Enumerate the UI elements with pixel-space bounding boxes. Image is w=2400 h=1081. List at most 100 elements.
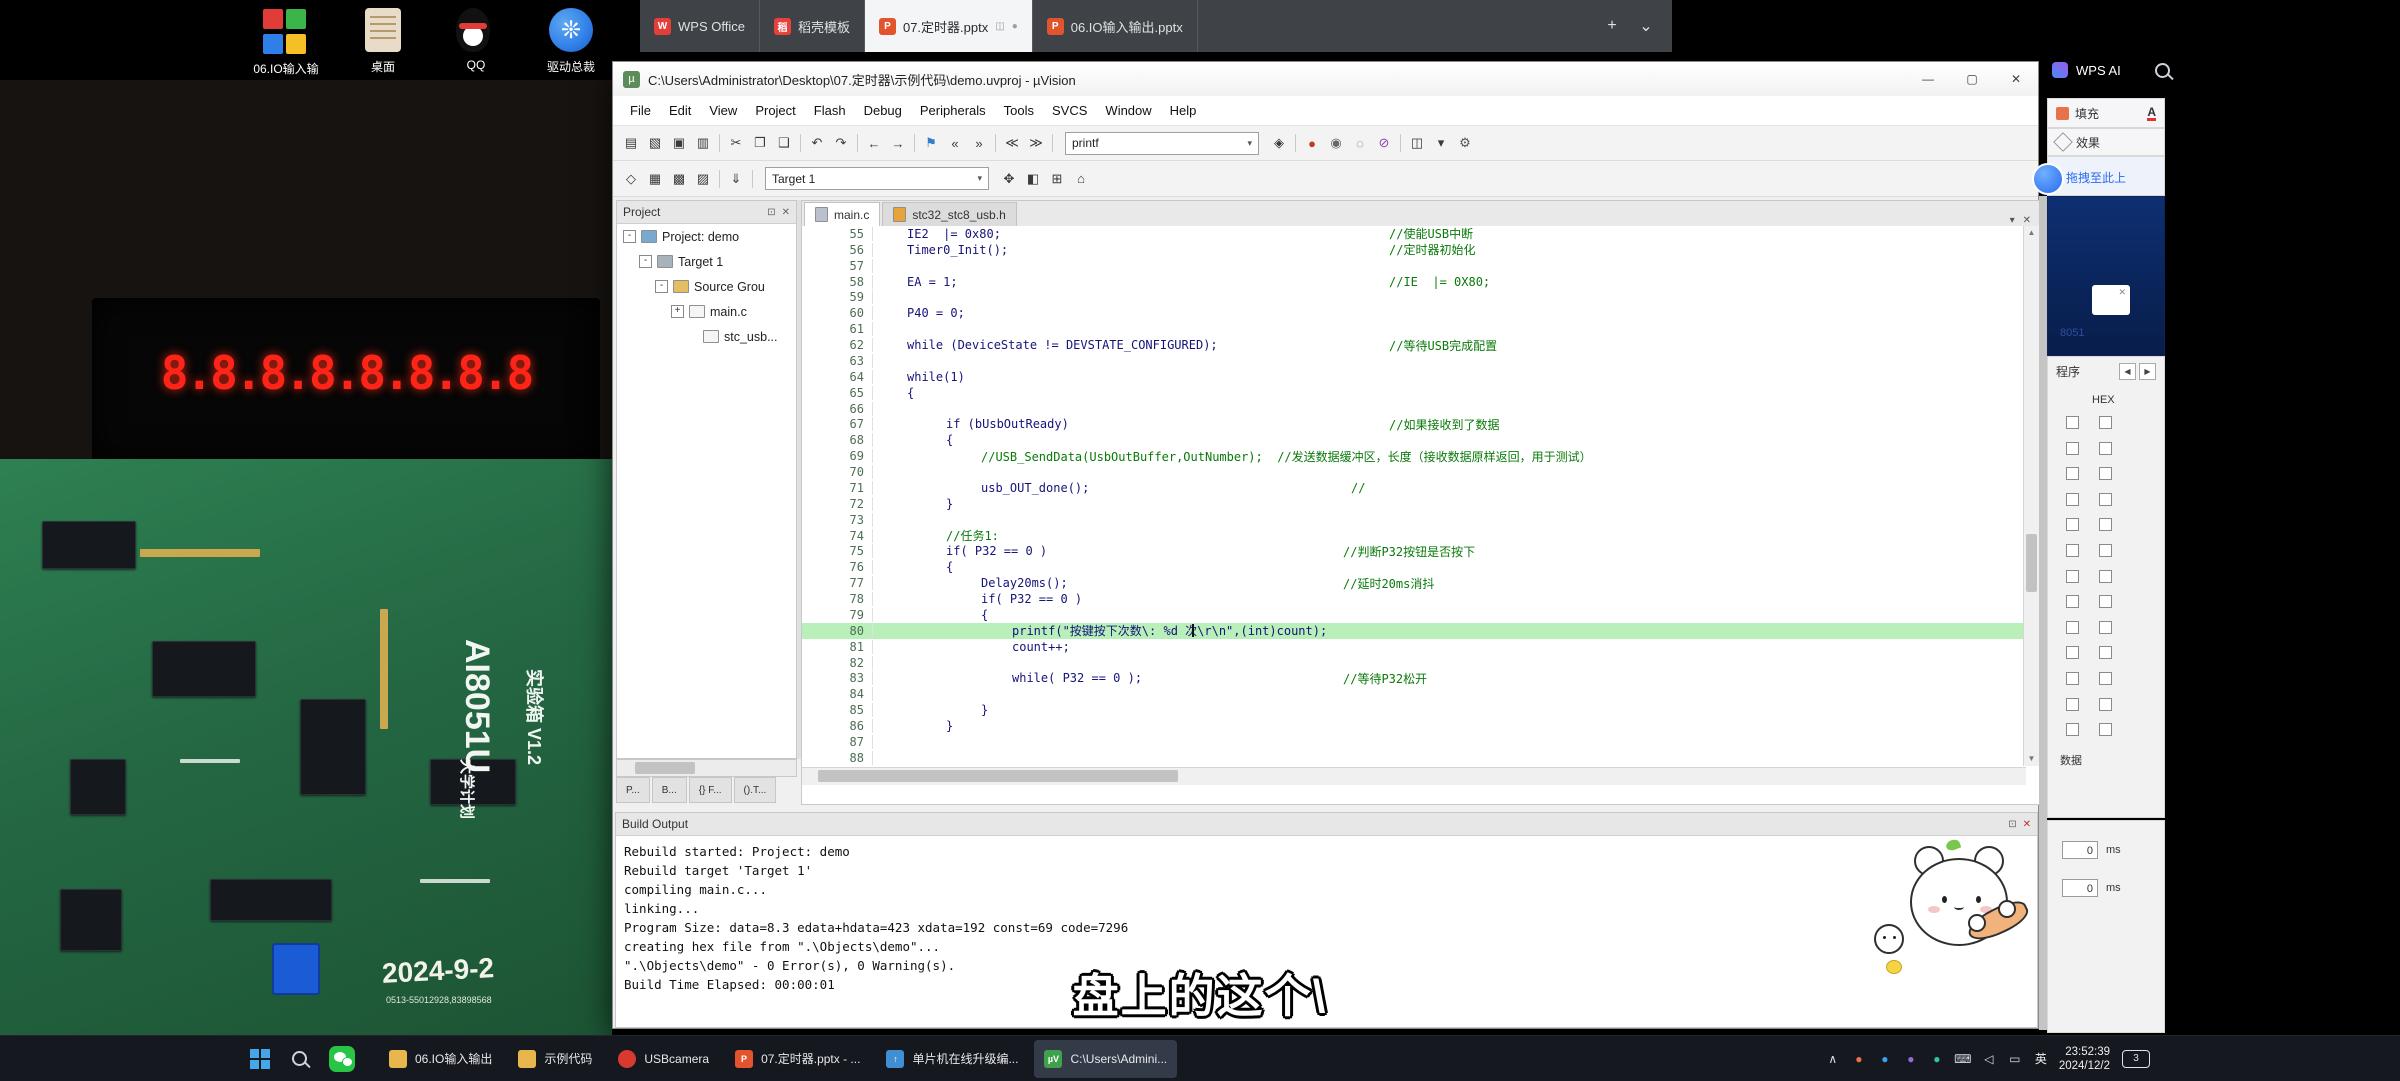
checkbox[interactable] — [2099, 672, 2112, 685]
panel-mini-tab[interactable]: P... — [616, 777, 650, 803]
code-line[interactable]: 77 Delay20ms(); //延时20ms消抖 — [802, 575, 2026, 591]
page-next-icon[interactable]: ▶ — [2139, 363, 2156, 380]
font-color-icon[interactable]: A — [2147, 106, 2156, 121]
nav-forward-icon[interactable]: → — [886, 132, 910, 154]
taskbar-mcu-tool[interactable]: ↑ 单片机在线升级编... — [876, 1040, 1028, 1078]
code-line[interactable]: 56 Timer0_Init(); //定时器初始化 — [802, 242, 2026, 258]
code-line[interactable]: 86 } — [802, 718, 2026, 734]
taskbar-usbcamera[interactable]: USBcamera — [608, 1040, 719, 1078]
code-line[interactable]: 61 — [802, 321, 2026, 337]
taskbar-folder-samples[interactable]: 示例代码 — [508, 1040, 602, 1078]
checkbox[interactable] — [2099, 621, 2112, 634]
code-line[interactable]: 75 if( P32 == 0 ) //判断P32按钮是否按下 — [802, 544, 2026, 560]
hscroll-thumb[interactable] — [818, 770, 1178, 782]
find-in-files-icon[interactable]: ◈ — [1267, 132, 1291, 154]
wps-document-tab[interactable]: P 07.定时器.pptx ◫ ● — [865, 0, 1033, 52]
code-line[interactable]: 83 while( P32 == 0 ); //等待P32松开 — [802, 671, 2026, 687]
vscroll-thumb[interactable] — [2026, 534, 2037, 592]
pin-icon[interactable]: ⊡ — [2008, 819, 2016, 830]
tab-close-icon[interactable]: ✕ — [2023, 215, 2031, 226]
taskbar-folder-06io[interactable]: 06.IO输入输出 — [379, 1040, 502, 1078]
target-combo[interactable]: Target 1 ▾ — [765, 167, 989, 190]
code-line[interactable]: 88 — [802, 750, 2026, 766]
mini-close-icon[interactable]: ✕ — [2118, 287, 2126, 297]
toolbar-icon[interactable] — [719, 170, 720, 188]
panel-mini-tab[interactable]: {} F... — [689, 777, 732, 803]
build-output-header[interactable]: Build Output ⊡ ✕ — [616, 813, 2037, 836]
desktop-icon-06io[interactable]: 06.IO输入输 — [238, 8, 334, 77]
toolbar-icon[interactable] — [800, 134, 801, 152]
code-line[interactable]: 80 printf("按键按下次数\: %d 次\r\n",(int)count… — [802, 623, 2026, 639]
toolbar-icon[interactable] — [1400, 134, 1401, 152]
save-icon[interactable]: ▣ — [667, 132, 691, 154]
taskbar-uvision[interactable]: µV C:\Users\Admini... — [1034, 1040, 1177, 1078]
layout-dropdown-icon[interactable]: ▾ — [1429, 132, 1453, 154]
checkbox[interactable] — [2099, 442, 2112, 455]
code-line[interactable]: 60 P40 = 0; — [802, 305, 2026, 321]
code-line[interactable]: 65 { — [802, 385, 2026, 401]
menu-item[interactable]: Peripherals — [911, 103, 995, 118]
code-line[interactable]: 57 — [802, 258, 2026, 274]
tree-expander-icon[interactable]: - — [623, 230, 636, 243]
code-line[interactable]: 73 — [802, 512, 2026, 528]
keyboard-tray-icon[interactable]: ⌨ — [1955, 1052, 1971, 1066]
tree-item[interactable]: + main.c — [617, 299, 796, 324]
tree-expander-icon[interactable]: - — [639, 255, 652, 268]
nav-back-icon[interactable]: ← — [862, 132, 886, 154]
wps-document-tab[interactable]: P 06.IO输入输出.pptx — [1033, 0, 1198, 52]
checkbox[interactable] — [2099, 698, 2112, 711]
mini-floating-window[interactable]: ✕ — [2092, 285, 2130, 315]
menu-item[interactable]: Debug — [855, 103, 911, 118]
checkbox[interactable] — [2066, 595, 2079, 608]
tree-expander-icon[interactable]: - — [655, 280, 668, 293]
effect-label[interactable]: 效果 — [2076, 134, 2100, 151]
save-all-icon[interactable]: ▥ — [691, 132, 715, 154]
bookmark-icon[interactable]: ⚑ — [919, 132, 943, 154]
editor-vscrollbar[interactable]: ▲ ▼ — [2023, 226, 2039, 766]
checkbox[interactable] — [2066, 570, 2079, 583]
tab-scroll-icon[interactable]: ▾ — [2010, 215, 2015, 226]
page-prev-icon[interactable]: ◀ — [2119, 363, 2136, 380]
breakpoint-icon[interactable]: ● — [1300, 132, 1324, 154]
kill-breakpoints-icon[interactable]: ⊘ — [1372, 132, 1396, 154]
fill-label[interactable]: 填充 — [2075, 105, 2099, 122]
editor-tab[interactable]: stc32_stc8_usb.h — [882, 202, 1016, 226]
tree-item[interactable]: - Project: demo — [617, 224, 796, 249]
new-file-icon[interactable]: ▤ — [619, 132, 643, 154]
checkbox[interactable] — [2099, 595, 2112, 608]
paste-icon[interactable]: ❑ — [772, 132, 796, 154]
menu-item[interactable]: View — [700, 103, 746, 118]
toolbar-icon[interactable] — [719, 134, 720, 152]
minimize-button[interactable]: — — [1906, 63, 1950, 96]
code-line[interactable]: 58 EA = 1; //IE |= 0X80; — [802, 274, 2026, 290]
code-line[interactable]: 74 //任务1: — [802, 528, 2026, 544]
find-combo[interactable]: printf ▾ — [1065, 132, 1259, 155]
combo-caret-icon[interactable]: ▾ — [1247, 138, 1252, 149]
taskbar-ppt[interactable]: P 07.定时器.pptx - ... — [725, 1040, 870, 1078]
checkbox[interactable] — [2066, 518, 2079, 531]
code-line[interactable]: 76 { — [802, 559, 2026, 575]
menu-item[interactable]: Help — [1161, 103, 1206, 118]
circular-app-icon[interactable] — [2032, 163, 2064, 195]
checkbox[interactable] — [2099, 416, 2112, 429]
tray-icon[interactable]: ▭ — [2007, 1052, 2023, 1066]
target-options-icon[interactable]: ✥ — [997, 168, 1021, 190]
toolbar-icon[interactable] — [995, 134, 996, 152]
build-icon[interactable]: ▦ — [643, 168, 667, 190]
prev-bookmark-icon[interactable]: « — [943, 132, 967, 154]
checkbox[interactable] — [2066, 442, 2079, 455]
wechat-icon[interactable] — [329, 1046, 355, 1072]
code-line[interactable]: 72 } — [802, 496, 2026, 512]
taskbar-search-icon[interactable] — [292, 1051, 307, 1066]
taskbar-clock[interactable]: 23:52:39 2024/12/2 — [2059, 1045, 2110, 1073]
wps-document-tab[interactable]: W WPS Office — [640, 0, 760, 52]
editor-hscrollbar[interactable] — [802, 767, 2026, 785]
checkbox[interactable] — [2066, 416, 2079, 429]
code-line[interactable]: 85 } — [802, 702, 2026, 718]
code-line[interactable]: 55 IE2 |= 0x80; //使能USB中断 — [802, 226, 2026, 242]
tray-icon[interactable]: ● — [1929, 1052, 1945, 1066]
ms-input[interactable]: 0 — [2062, 841, 2098, 859]
checkbox[interactable] — [2099, 493, 2112, 506]
checkbox[interactable] — [2066, 493, 2079, 506]
code-line[interactable]: 68 { — [802, 432, 2026, 448]
